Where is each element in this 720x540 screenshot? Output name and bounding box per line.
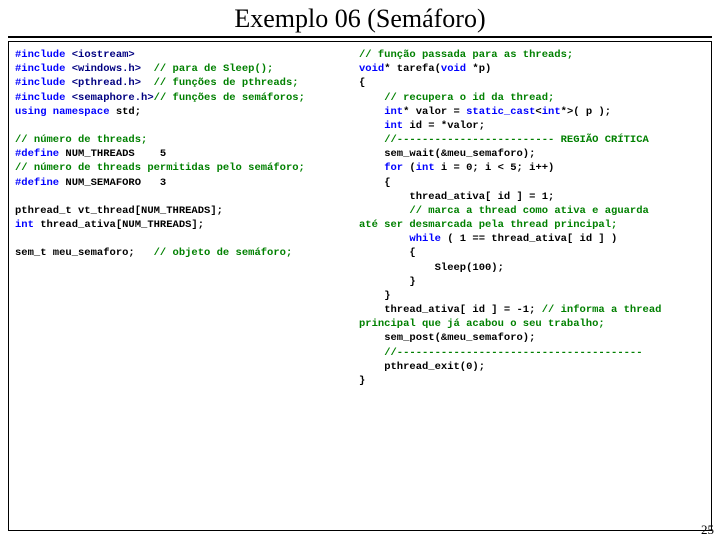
code-container: #include <iostream> #include <windows.h>…	[8, 41, 712, 531]
code: ( 1 == thread_ativa[ id ] )	[447, 233, 617, 245]
comment: // para de Sleep();	[141, 63, 273, 75]
kw-void: void	[441, 63, 466, 75]
code-left-column: #include <iostream> #include <windows.h>…	[9, 42, 353, 530]
slide-number: 25	[701, 522, 714, 538]
kw-include: #include	[15, 63, 72, 75]
comment-region: //------------------------- REGIÃO CRÍTI…	[359, 134, 649, 146]
brace: {	[359, 247, 416, 259]
def-numsemaforo: NUM_SEMAFORO 3	[65, 177, 166, 189]
kw-int: int	[542, 106, 561, 118]
slide-title: Exemplo 06 (Semáforo)	[8, 0, 712, 38]
code-assign: thread_ativa[ id ] = -1;	[359, 304, 535, 316]
kw-define: #define	[15, 177, 65, 189]
comment: // objeto de semáforo;	[154, 247, 293, 259]
comment: // função passada para as threads;	[359, 49, 573, 61]
brace: {	[359, 177, 391, 189]
kw-for: for	[359, 162, 409, 174]
code-pthreadexit: pthread_exit(0);	[359, 361, 485, 373]
def-numthreads: NUM_THREADS 5	[65, 148, 166, 160]
code-right-column: // função passada para as threads; void*…	[353, 42, 711, 530]
brace: {	[359, 77, 365, 89]
decl-threadativa: thread_ativa[NUM_THREADS];	[34, 219, 204, 231]
code-semwait: sem_wait(&meu_semaforo);	[359, 148, 535, 160]
hdr-pthread: <pthread.h>	[72, 77, 141, 89]
comment: // funções de pthreads;	[141, 77, 299, 89]
brace: }	[359, 276, 416, 288]
fn-sig: *p)	[466, 63, 491, 75]
kw-void: void	[359, 63, 384, 75]
kw-int: int	[359, 106, 403, 118]
comment: // funções de semáforos;	[154, 92, 305, 104]
kw-define: #define	[15, 148, 65, 160]
brace: }	[359, 375, 365, 387]
kw-include: #include	[15, 77, 72, 89]
code-assign: thread_ativa[ id ] = 1;	[359, 191, 554, 203]
ns-std: std;	[116, 106, 141, 118]
comment: // número de threads;	[15, 134, 147, 146]
fn-sig: * tarefa(	[384, 63, 441, 75]
code: * valor =	[403, 106, 466, 118]
decl-semt: sem_t meu_semaforo;	[15, 247, 154, 259]
hdr-iostream: <iostream>	[72, 49, 135, 61]
brace: }	[359, 290, 391, 302]
code: i = 0; i < 5; i++)	[435, 162, 555, 174]
code: *>( p );	[561, 106, 611, 118]
code: id = *valor;	[403, 120, 485, 132]
hdr-windows: <windows.h>	[72, 63, 141, 75]
comment: // marca a thread como ativa e aguarda a…	[359, 205, 649, 231]
kw-staticcast: static_cast	[466, 106, 535, 118]
kw-int: int	[359, 120, 403, 132]
comment: //--------------------------------------…	[359, 347, 643, 359]
comment: // número de threads permitidas pelo sem…	[15, 162, 305, 174]
hdr-semaphore: <semaphore.h>	[72, 92, 154, 104]
kw-include: #include	[15, 49, 72, 61]
kw-while: while	[359, 233, 447, 245]
kw-include: #include	[15, 92, 72, 104]
code-sleep: Sleep(100);	[359, 262, 504, 274]
comment: // recupera o id da thread;	[359, 92, 554, 104]
code-sempost: sem_post(&meu_semaforo);	[359, 332, 535, 344]
kw-int: int	[15, 219, 34, 231]
kw-using: using namespace	[15, 106, 116, 118]
kw-int: int	[416, 162, 435, 174]
decl-vtthread: pthread_t vt_thread[NUM_THREADS];	[15, 205, 223, 217]
